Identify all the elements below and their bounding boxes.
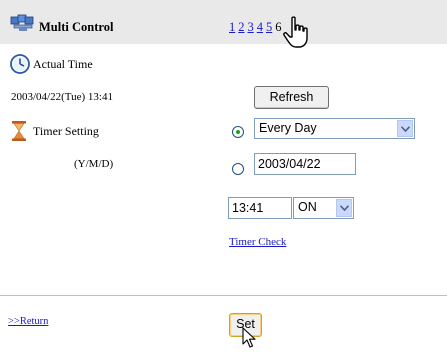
chevron-down-icon xyxy=(397,120,413,137)
divider xyxy=(0,295,447,296)
hand-cursor-icon xyxy=(282,16,316,52)
page-title: Multi Control xyxy=(39,20,114,34)
time-input[interactable]: 13:41 xyxy=(228,197,292,219)
chevron-down-icon xyxy=(336,199,352,217)
page-link-3[interactable]: 3 xyxy=(248,20,254,34)
page-link-4[interactable]: 4 xyxy=(257,20,263,34)
date-input[interactable]: 2003/04/22 xyxy=(254,153,356,175)
on-off-select-value: ON xyxy=(298,200,317,214)
page-link-2[interactable]: 2 xyxy=(238,20,244,34)
header-bar: Multi Control xyxy=(0,0,447,44)
hourglass-icon xyxy=(12,121,26,141)
multi-monitor-icon xyxy=(10,14,36,32)
refresh-button[interactable]: Refresh xyxy=(254,86,329,109)
repeat-select[interactable]: Every Day xyxy=(254,118,415,139)
page-current-6: 6 xyxy=(275,20,282,34)
repeat-radio[interactable] xyxy=(232,126,244,138)
on-off-select[interactable]: ON xyxy=(293,197,354,219)
page-link-5[interactable]: 5 xyxy=(266,20,272,34)
date-format-label: (Y/M/D) xyxy=(74,158,114,170)
date-radio[interactable] xyxy=(232,163,244,175)
return-link[interactable]: >>Return xyxy=(8,316,48,327)
timer-setting-label: Timer Setting xyxy=(33,124,99,138)
timer-check-link[interactable]: Timer Check xyxy=(229,236,286,248)
clock-icon xyxy=(10,54,30,74)
page-navigation: 123456 xyxy=(229,20,282,35)
page-link-1[interactable]: 1 xyxy=(229,20,235,34)
arrow-cursor-icon xyxy=(242,327,258,349)
actual-time-value: 2003/04/22(Tue) 13:41 xyxy=(11,91,113,103)
repeat-select-value: Every Day xyxy=(259,121,317,135)
actual-time-label: Actual Time xyxy=(33,57,93,71)
